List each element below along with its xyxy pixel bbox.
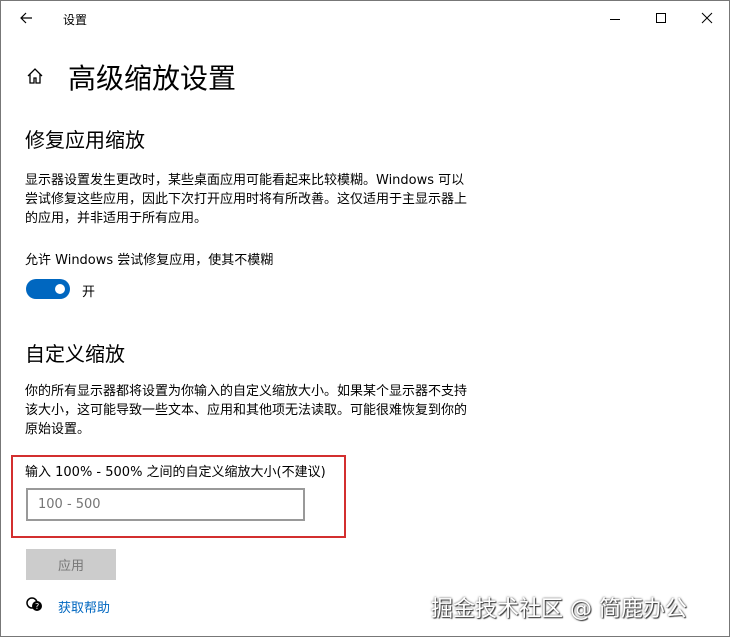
maximize-icon[interactable] xyxy=(655,12,667,24)
custom-scaling-input-label: 输入 100% - 500% 之间的自定义缩放大小(不建议) xyxy=(25,465,326,480)
get-help-link[interactable]: 获取帮助 xyxy=(58,597,110,616)
help-icon: ? xyxy=(26,597,42,611)
minimize-icon[interactable] xyxy=(609,13,621,25)
window-title: 设置 xyxy=(63,13,88,27)
home-icon[interactable] xyxy=(26,67,44,85)
back-arrow-icon[interactable] xyxy=(19,11,33,25)
custom-scaling-input[interactable] xyxy=(26,488,305,521)
custom-scaling-heading: 自定义缩放 xyxy=(25,342,125,366)
fix-apps-toggle[interactable] xyxy=(26,279,70,299)
settings-window: 设置 高级缩放设置 修复应用缩放 显示器设置发生更改时，某些桌面应用可能看起来比… xyxy=(0,0,730,637)
close-icon[interactable] xyxy=(701,12,713,24)
toggle-state: 开 xyxy=(82,285,96,300)
fix-scaling-heading: 修复应用缩放 xyxy=(25,128,145,152)
apply-button[interactable]: 应用 xyxy=(26,549,116,580)
fix-toggle-label: 允许 Windows 尝试修复应用，使其不模糊 xyxy=(25,253,274,268)
svg-text:?: ? xyxy=(35,602,39,611)
page-title: 高级缩放设置 xyxy=(68,62,237,95)
watermark: 掘金技术社区 @ 简鹿办公 xyxy=(431,597,687,622)
title-bar: 设置 xyxy=(1,1,729,35)
fix-scaling-description: 显示器设置发生更改时，某些桌面应用可能看起来比较模糊。Windows 可以尝试修… xyxy=(25,173,468,226)
custom-scaling-description: 你的所有显示器都将设置为你输入的自定义缩放大小。如果某个显示器不支持该大小，这可… xyxy=(25,384,468,437)
